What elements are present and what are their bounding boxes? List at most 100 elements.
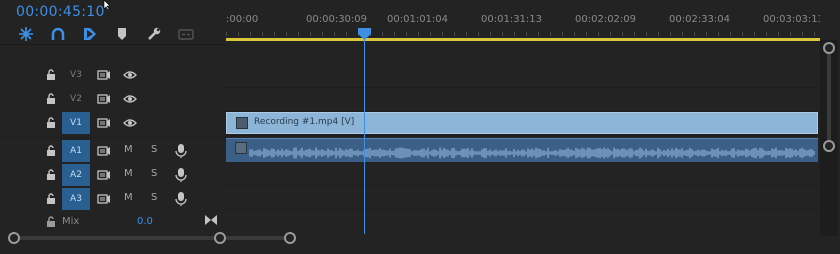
zoom-handle-right[interactable] <box>284 232 296 244</box>
ruler-tick <box>610 32 611 36</box>
go-to-end-icon[interactable] <box>204 214 218 226</box>
ruler-tick <box>706 32 707 36</box>
track-target-v2[interactable]: V2 <box>62 88 90 110</box>
vertical-zoom-handle-bottom[interactable] <box>823 140 835 152</box>
ruler-tick <box>418 32 419 36</box>
ruler-tick <box>622 32 623 36</box>
settings-button[interactable] <box>142 26 166 42</box>
lane-v3[interactable] <box>226 64 820 88</box>
sync-lock-icon[interactable] <box>97 69 111 81</box>
ruler-tick <box>814 32 815 36</box>
ruler-label: 00:01:31:13 <box>481 14 543 25</box>
track-header-v3: V3 <box>0 64 226 88</box>
ruler-tick <box>730 32 731 36</box>
microphone-icon[interactable] <box>175 167 187 183</box>
track-target-a2[interactable]: A2 <box>62 164 90 186</box>
ruler-tick <box>778 32 779 36</box>
vertical-zoom-handle-top[interactable] <box>823 42 835 54</box>
ruler-tick <box>670 32 671 36</box>
ruler-tick <box>634 32 635 36</box>
track-header-scrollbar[interactable] <box>8 232 226 244</box>
add-marker-button[interactable] <box>110 26 134 42</box>
track-header-v2: V2 <box>0 88 226 112</box>
mute-button[interactable]: M <box>124 168 133 179</box>
clip-name: Recording #1.mp4 [V] <box>254 117 355 127</box>
mute-button[interactable]: M <box>124 144 133 155</box>
mix-label: Mix <box>62 216 80 227</box>
scroll-handle-left[interactable] <box>8 232 20 244</box>
ruler-tick <box>646 32 647 36</box>
mute-button[interactable]: M <box>124 192 133 203</box>
lock-icon[interactable] <box>45 169 57 181</box>
ruler-tick <box>586 32 587 36</box>
time-ruler[interactable]: :00:00 00:00:30:09 00:01:01:04 00:01:31:… <box>226 8 820 40</box>
sync-lock-icon[interactable] <box>97 93 111 105</box>
lock-icon[interactable] <box>45 117 57 129</box>
eye-icon[interactable] <box>123 69 137 81</box>
solo-button[interactable]: S <box>151 192 157 203</box>
solo-button[interactable]: S <box>151 168 157 179</box>
ruler-tick <box>502 32 503 36</box>
track-divider <box>0 137 226 138</box>
ruler-tick <box>562 32 563 36</box>
mix-volume-value[interactable]: 0.0 <box>137 216 153 227</box>
ruler-tick <box>754 32 755 36</box>
lock-icon[interactable] <box>45 93 57 105</box>
ruler-tick <box>514 32 515 36</box>
ruler-tick <box>226 32 227 36</box>
ruler-tick <box>682 32 683 36</box>
sync-lock-icon[interactable] <box>97 193 111 205</box>
eye-icon[interactable] <box>123 117 137 129</box>
audio-clip[interactable] <box>226 138 818 162</box>
playhead-line[interactable] <box>364 38 365 234</box>
lane-a2[interactable] <box>226 162 820 186</box>
sync-lock-icon[interactable] <box>97 169 111 181</box>
ruler-tick <box>442 32 443 36</box>
ruler-tick <box>538 32 539 36</box>
sync-lock-icon[interactable] <box>97 117 111 129</box>
captions-button[interactable] <box>174 26 198 42</box>
ruler-tick <box>298 32 299 36</box>
track-target-a3[interactable]: A3 <box>62 188 90 210</box>
scroll-handle-right[interactable] <box>214 232 226 244</box>
work-area-bar[interactable] <box>226 38 820 41</box>
lock-icon[interactable] <box>45 145 57 157</box>
track-header-v1: V1 <box>0 112 226 136</box>
track-target-a1[interactable]: A1 <box>62 140 90 162</box>
linked-selection-button[interactable] <box>46 26 70 42</box>
snap-button[interactable] <box>14 26 38 42</box>
sync-lock-icon[interactable] <box>97 145 111 157</box>
insert-mark-button[interactable] <box>78 26 102 42</box>
track-target-v1[interactable]: V1 <box>62 112 90 134</box>
ruler-tick <box>718 32 719 36</box>
microphone-icon[interactable] <box>175 191 187 207</box>
track-target-v3[interactable]: V3 <box>62 64 90 86</box>
track-header-scroll-bar[interactable] <box>16 236 216 240</box>
ruler-label: :00:00 <box>226 14 259 25</box>
lock-icon[interactable] <box>45 193 57 205</box>
playhead-timecode[interactable]: 00:00:45:10 <box>16 4 105 20</box>
lane-v2[interactable] <box>226 88 820 112</box>
playhead-marker-icon[interactable] <box>358 28 371 40</box>
header-divider <box>0 44 226 45</box>
linked-selection-icon <box>51 27 65 40</box>
vertical-scroll-thumb[interactable] <box>827 52 831 144</box>
lane-a3[interactable] <box>226 186 820 210</box>
lock-icon[interactable] <box>45 69 57 81</box>
microphone-icon[interactable] <box>175 143 187 159</box>
eye-icon[interactable] <box>123 93 137 105</box>
solo-button[interactable]: S <box>151 144 157 155</box>
ruler-tick <box>790 32 791 36</box>
timeline-horizontal-scrollbar[interactable] <box>226 232 820 244</box>
audio-waveform <box>249 147 815 159</box>
ruler-tick <box>694 32 695 36</box>
ruler-tick <box>802 32 803 36</box>
ruler-tick <box>334 32 335 36</box>
ruler-tick <box>406 32 407 36</box>
track-header-a2: A2 M S <box>0 164 226 188</box>
ruler-tick <box>490 32 491 36</box>
ruler-tick <box>286 32 287 36</box>
mix-lock-icon[interactable] <box>45 216 57 228</box>
vertical-scrollbar[interactable] <box>820 40 838 236</box>
video-clip[interactable]: Recording #1.mp4 [V] <box>226 112 818 134</box>
